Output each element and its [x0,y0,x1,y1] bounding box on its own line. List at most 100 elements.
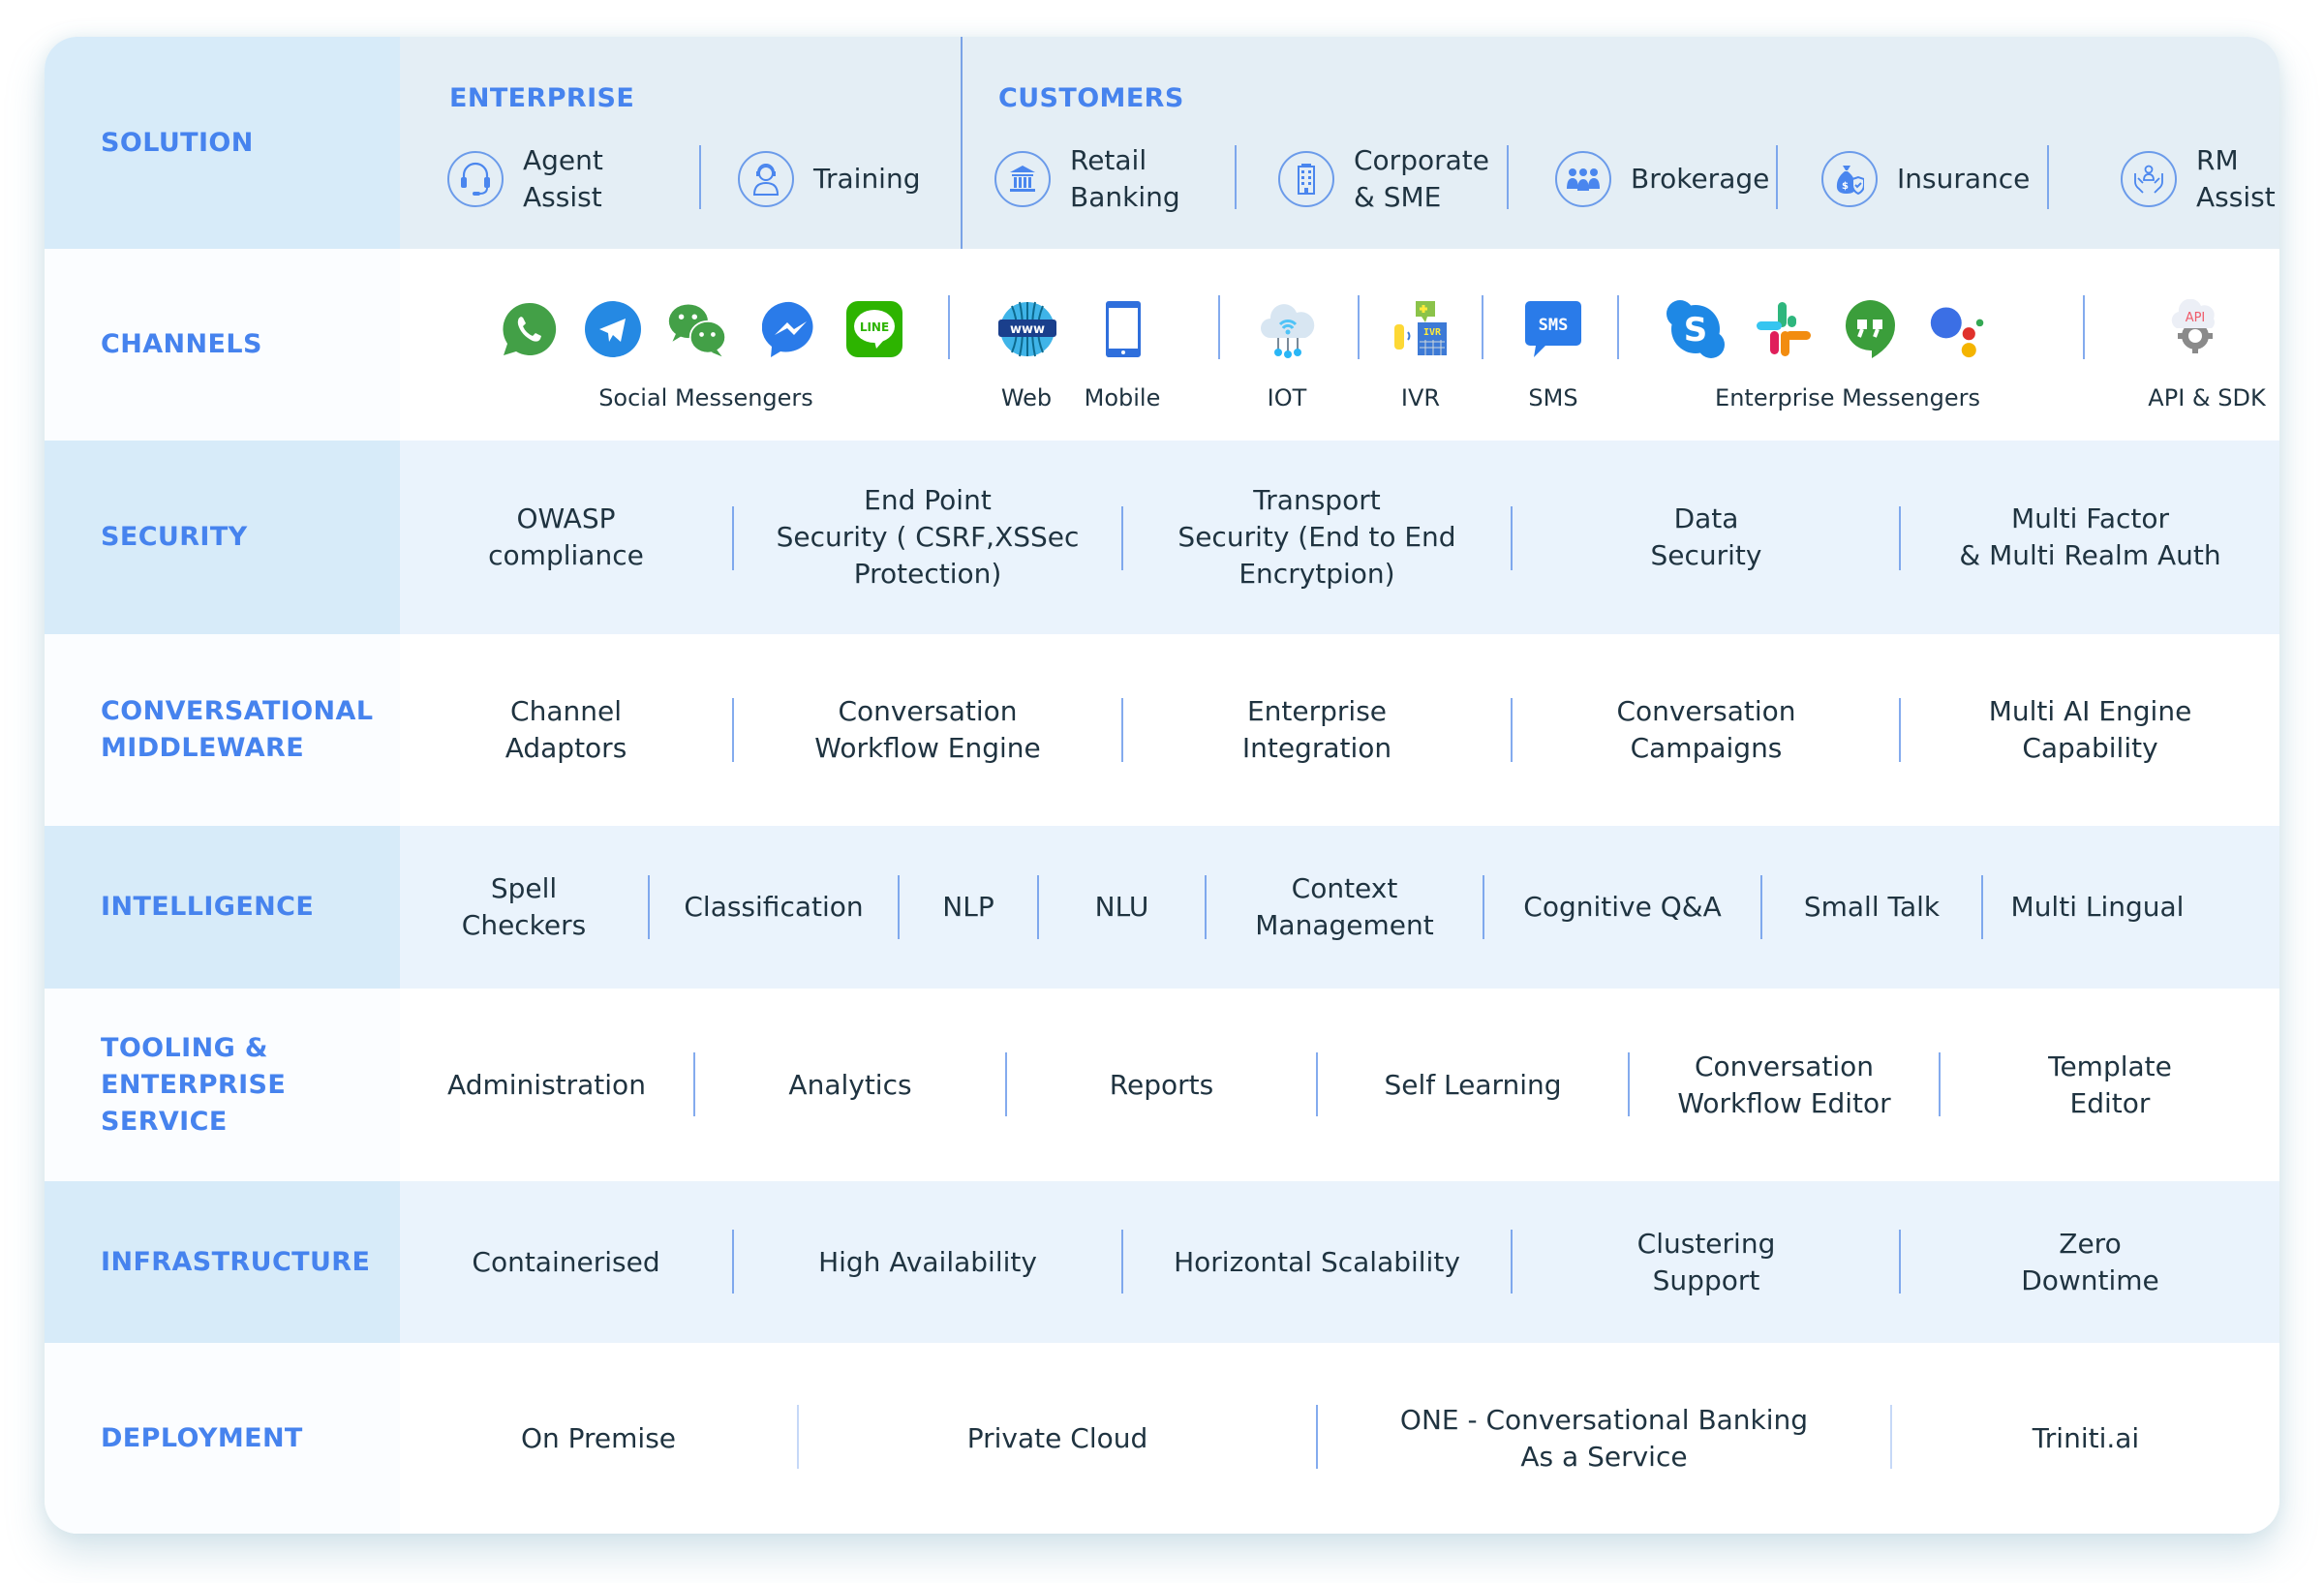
channel-label-web: Web [1000,384,1053,411]
google-assistant-icon [1928,299,1988,359]
intelligence-item: NLP [942,891,994,923]
tooling-item: Template Editor [2048,1050,2172,1119]
svg-text:$: $ [1842,181,1849,192]
row-label-tooling: TOOLING & ENTERPRISE SERVICE [45,989,400,1181]
deployment-item: On Premise [520,1421,677,1454]
intelligence-item: Cognitive Q&A [1523,891,1722,923]
row-label-security: SECURITY [45,441,400,634]
section-divider [961,37,963,249]
divider [1617,295,1619,359]
tooling-content: Administration Analytics Reports Self Le… [400,989,2279,1181]
row-security: SECURITY OWASP compliance End Point Secu… [45,441,2279,634]
ivr-icon-text: IVR [1423,327,1442,338]
intelligence-item: Spell Checkers [461,872,587,941]
divider [2083,295,2085,359]
channel-label-social: Social Messengers [598,384,813,411]
row-label-middleware: CONVERSATIONAL MIDDLEWARE [45,634,400,826]
channels-content: LINE Social Messengers www Web Mobile IO… [400,249,2279,441]
line-icon-text: LINE [860,320,889,334]
intelligence-item: NLU [1094,891,1149,923]
row-tooling: TOOLING & ENTERPRISE SERVICE Administrat… [45,989,2279,1181]
solution-item-label: Insurance [1897,163,2031,195]
security-item: Data Security [1650,502,1762,571]
security-item: OWASP compliance [488,502,644,571]
deployment-item: Private Cloud [966,1421,1148,1454]
hangouts-icon [1840,299,1900,359]
architecture-card: SOLUTION ENTERPRISE CUSTOMERS Agent Assi… [45,37,2279,1534]
infrastructure-item: High Availability [818,1245,1037,1278]
infrastructure-item: Containerised [472,1245,660,1278]
sms-icon-text: SMS [1539,316,1569,335]
row-deployment: DEPLOYMENT On Premise Private Cloud ONE … [45,1343,2279,1534]
middleware-item: Multi AI Engine Capability [1988,695,2192,764]
deployment-item: Triniti.ai [2032,1421,2140,1454]
tooling-item: Administration [447,1068,646,1101]
tooling-item: Conversation Workflow Editor [1677,1050,1891,1119]
infrastructure-item: Horizontal Scalability [1174,1245,1460,1278]
divider [1507,145,1509,209]
intelligence-item: Multi Lingual [2010,891,2185,923]
middleware-item: Conversation Campaigns [1616,695,1796,764]
security-item: Transport Security (End to End Encrytpio… [1177,484,1456,590]
tooling-item: Analytics [788,1068,912,1101]
channel-label-ivr: IVR [1400,384,1441,411]
intelligence-content: Spell Checkers Classification NLP NLU Co… [400,826,2279,989]
row-label-intelligence: INTELLIGENCE [45,826,400,989]
solution-item-agent-assist: Agent Assist [447,143,603,215]
skype-icon: S [1666,299,1726,359]
middleware-content: Channel Adaptors Conversation Workflow E… [400,634,2279,826]
solution-item-insurance: $ Insurance [1821,143,2030,215]
security-content: OWASP compliance End Point Security ( CS… [400,441,2279,634]
channel-label-sms: SMS [1528,384,1578,411]
solution-item-rm-assist: RM Assist [2121,143,2276,215]
hands-person-icon [2121,151,2177,207]
row-label-solution: SOLUTION [45,37,400,249]
solution-item-label: Brokerage [1631,163,1770,195]
slack-icon [1754,299,1814,359]
security-item: End Point Security ( CSRF,XSSec Protecti… [776,484,1080,590]
solution-item-label: Training [813,163,921,195]
trainer-icon [738,151,794,207]
middleware-item: Conversation Workflow Engine [814,695,1041,764]
divider [1358,295,1360,359]
ivr-icon: IVR [1391,299,1451,359]
solution-item-corporate-sme: Corporate & SME [1278,143,1489,215]
row-solution: SOLUTION ENTERPRISE CUSTOMERS Agent Assi… [45,37,2279,249]
row-intelligence: INTELLIGENCE Spell Checkers Classificati… [45,826,2279,989]
row-channels: CHANNELS LINE Social Messengers www Web … [45,249,2279,441]
middleware-item: Channel Adaptors [505,695,627,764]
solution-content: ENTERPRISE CUSTOMERS Agent Assist Traini… [400,37,2279,249]
tooling-item: Reports [1109,1068,1214,1101]
solution-item-label: RM Assist [2196,144,2276,213]
solution-item-brokerage: Brokerage [1555,143,1769,215]
messenger-icon [761,299,821,359]
intelligence-item: Classification [684,891,864,923]
solution-item-training: Training [738,143,920,215]
intelligence-item: Context Management [1255,872,1434,941]
money-bag-shield-icon: $ [1821,151,1878,207]
solution-item-retail-banking: Retail Banking [994,143,1180,215]
bank-icon [994,151,1051,207]
infrastructure-item: Clustering Support [1636,1227,1776,1296]
api-icon-text: API [2186,311,2206,325]
infrastructure-item: Zero Downtime [2021,1227,2159,1296]
divider [1218,295,1220,359]
infrastructure-content: Containerised High Availability Horizont… [400,1181,2279,1343]
deployment-content: On Premise Private Cloud ONE - Conversat… [400,1343,2279,1534]
divider [948,295,950,359]
divider [1776,145,1778,209]
row-label-infrastructure: INFRASTRUCTURE [45,1181,400,1343]
middleware-item: Enterprise Integration [1241,695,1392,764]
sms-icon: SMS [1523,299,1583,359]
group-icon [1555,151,1611,207]
www-icon-text: www [1010,322,1045,337]
channel-label-enterprise: Enterprise Messengers [1715,384,1980,411]
api-gear-icon: API [2165,299,2225,359]
solution-item-label: Corporate & SME [1354,144,1489,213]
wechat-icon [667,299,727,359]
deployment-item: ONE - Conversational Banking As a Servic… [1399,1403,1809,1473]
building-icon [1278,151,1334,207]
solution-item-label: Agent Assist [523,144,603,213]
divider [2047,145,2049,209]
divider [699,145,701,209]
